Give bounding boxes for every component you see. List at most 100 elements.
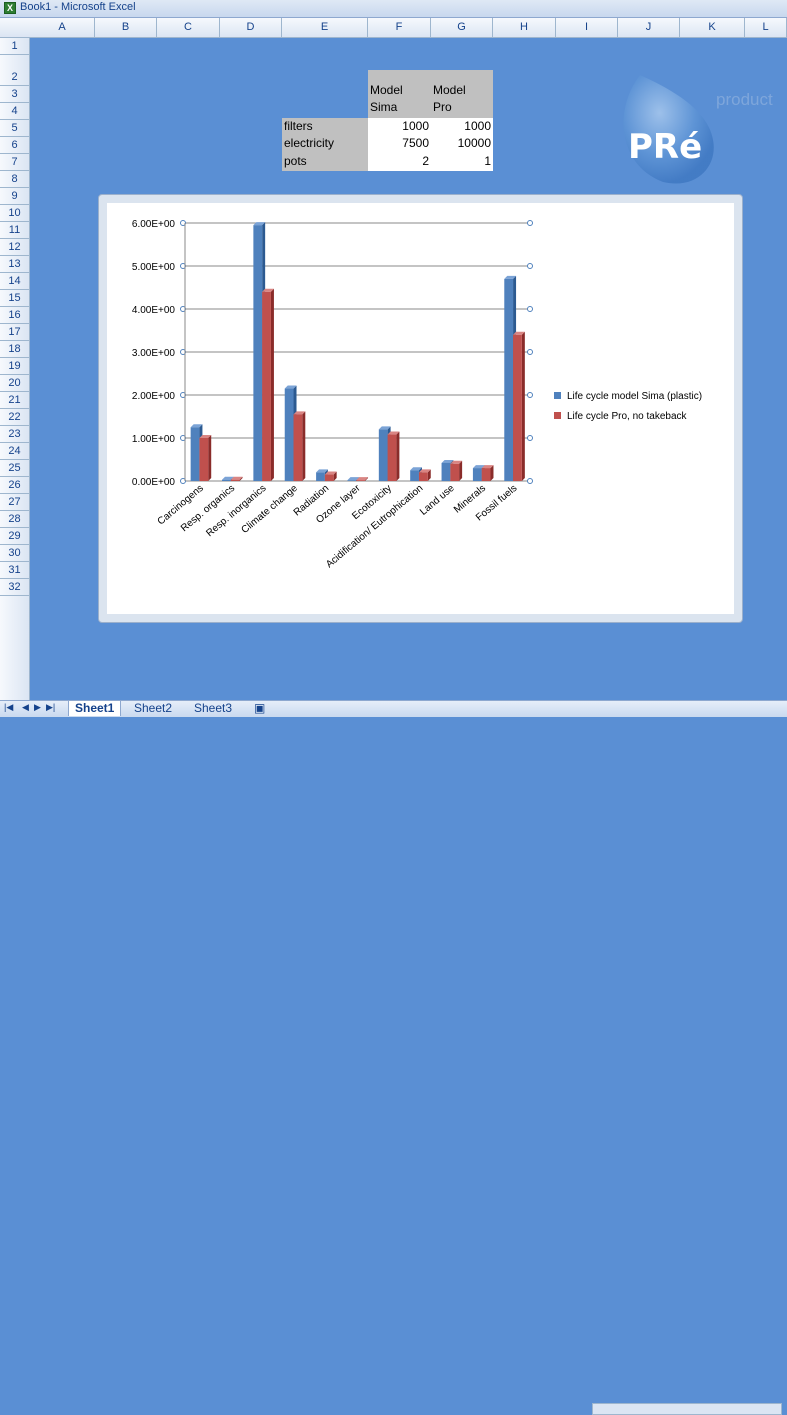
column-header-a[interactable]: A [30, 18, 95, 37]
row-header-22[interactable]: 22 [0, 409, 29, 426]
last-sheet-button[interactable]: ▶| [46, 702, 55, 713]
column-header-b[interactable]: B [95, 18, 157, 37]
row-label-electricity[interactable]: electricity [282, 135, 368, 153]
bar[interactable] [316, 472, 325, 481]
cell-g3[interactable]: 1000 [431, 118, 493, 135]
bar[interactable] [293, 414, 303, 481]
handle[interactable] [527, 349, 533, 355]
row-header-25[interactable]: 25 [0, 460, 29, 477]
column-header-k[interactable]: K [680, 18, 745, 37]
bar[interactable] [481, 468, 491, 481]
row-header-9[interactable]: 9 [0, 188, 29, 205]
bar-side [396, 431, 400, 481]
row-header-29[interactable]: 29 [0, 528, 29, 545]
column-header-l[interactable]: L [745, 18, 787, 37]
first-sheet-button[interactable]: |◀ [4, 702, 13, 713]
excel-icon[interactable]: X [4, 2, 16, 14]
tab-sheet3[interactable]: Sheet3 [188, 701, 238, 716]
bar[interactable] [253, 225, 263, 481]
bar[interactable] [356, 480, 366, 481]
row-label-pots[interactable]: pots [282, 153, 368, 171]
row-header-1[interactable]: 1 [0, 38, 29, 55]
bar[interactable] [472, 468, 482, 481]
column-header-d[interactable]: D [220, 18, 282, 37]
row-header-30[interactable]: 30 [0, 545, 29, 562]
row-header-11[interactable]: 11 [0, 222, 29, 239]
row-header-19[interactable]: 19 [0, 358, 29, 375]
column-header-e[interactable]: E [282, 18, 368, 37]
cell-f5[interactable]: 2 [368, 153, 431, 171]
column-header-g[interactable]: G [431, 18, 493, 37]
tab-sheet2[interactable]: Sheet2 [128, 701, 178, 716]
row-header-26[interactable]: 26 [0, 477, 29, 494]
column-header-j[interactable]: J [618, 18, 680, 37]
bar[interactable] [410, 470, 419, 481]
legend-swatch [554, 392, 561, 399]
horizontal-scrollbar[interactable] [592, 1403, 782, 1415]
bar[interactable] [441, 462, 451, 481]
chart-frame[interactable]: 0.00E+00 1.00E+00 2.00E+00 3.00E+00 4.00E+00… [98, 194, 743, 623]
handle[interactable] [527, 306, 533, 312]
row-header-24[interactable]: 24 [0, 443, 29, 460]
handle[interactable] [527, 263, 533, 269]
row-header-18[interactable]: 18 [0, 341, 29, 358]
next-sheet-button[interactable]: ▶ [34, 702, 41, 713]
column-header-c[interactable]: C [157, 18, 220, 37]
bar[interactable] [513, 334, 522, 481]
bar[interactable] [378, 429, 388, 481]
row-header-32[interactable]: 32 [0, 579, 29, 596]
handle[interactable] [527, 435, 533, 441]
row-header-10[interactable]: 10 [0, 205, 29, 222]
insert-sheet-icon[interactable]: ▣ [248, 701, 271, 716]
cell-f4[interactable]: 7500 [368, 135, 431, 153]
bar[interactable] [284, 388, 294, 481]
row-header-8[interactable]: 8 [0, 171, 29, 188]
row-header-5[interactable]: 5 [0, 120, 29, 137]
row-header-16[interactable]: 16 [0, 307, 29, 324]
row-header-15[interactable]: 15 [0, 290, 29, 307]
row-header-27[interactable]: 27 [0, 494, 29, 511]
cell-g5[interactable]: 1 [431, 153, 493, 171]
row-header-21[interactable]: 21 [0, 392, 29, 409]
bar[interactable] [199, 438, 209, 481]
bar[interactable] [230, 479, 240, 481]
bar[interactable] [504, 278, 514, 481]
bar[interactable] [324, 474, 334, 481]
cell-g4[interactable]: 10000 [431, 135, 493, 153]
table-header-model-sima[interactable]: Model Sima [368, 70, 431, 118]
bar[interactable] [262, 291, 271, 481]
row-header-28[interactable]: 28 [0, 511, 29, 528]
bar[interactable] [418, 472, 428, 481]
bar[interactable] [222, 479, 231, 481]
bar[interactable] [387, 434, 397, 481]
bar[interactable] [347, 480, 357, 481]
legend-swatch [554, 412, 561, 419]
row-header-6[interactable]: 6 [0, 137, 29, 154]
y-tick-label: 5.00E+00 [132, 262, 176, 273]
prev-sheet-button[interactable]: ◀ [22, 702, 29, 713]
tab-sheet1[interactable]: Sheet1 [68, 701, 122, 716]
row-label-filters[interactable]: filters [282, 118, 368, 135]
row-header-14[interactable]: 14 [0, 273, 29, 290]
row-header-7[interactable]: 7 [0, 154, 29, 171]
row-header-2[interactable]: 2 [0, 55, 29, 86]
row-header-4[interactable]: 4 [0, 103, 29, 120]
cell-f3[interactable]: 1000 [368, 118, 431, 135]
column-header-f[interactable]: F [368, 18, 431, 37]
row-header-23[interactable]: 23 [0, 426, 29, 443]
column-header-i[interactable]: I [556, 18, 618, 37]
bar[interactable] [450, 463, 460, 481]
row-header-17[interactable]: 17 [0, 324, 29, 341]
table-header-model-pro[interactable]: Model Pro [431, 70, 493, 118]
handle[interactable] [527, 220, 533, 226]
row-header-3[interactable]: 3 [0, 86, 29, 103]
column-header-h[interactable]: H [493, 18, 556, 37]
bar[interactable] [190, 427, 200, 481]
row-header-20[interactable]: 20 [0, 375, 29, 392]
chart-area[interactable]: 0.00E+00 1.00E+00 2.00E+00 3.00E+00 4.00E+00… [107, 203, 734, 614]
handle[interactable] [527, 392, 533, 398]
row-header-31[interactable]: 31 [0, 562, 29, 579]
row-header-13[interactable]: 13 [0, 256, 29, 273]
row-header-12[interactable]: 12 [0, 239, 29, 256]
handle[interactable] [527, 478, 533, 484]
